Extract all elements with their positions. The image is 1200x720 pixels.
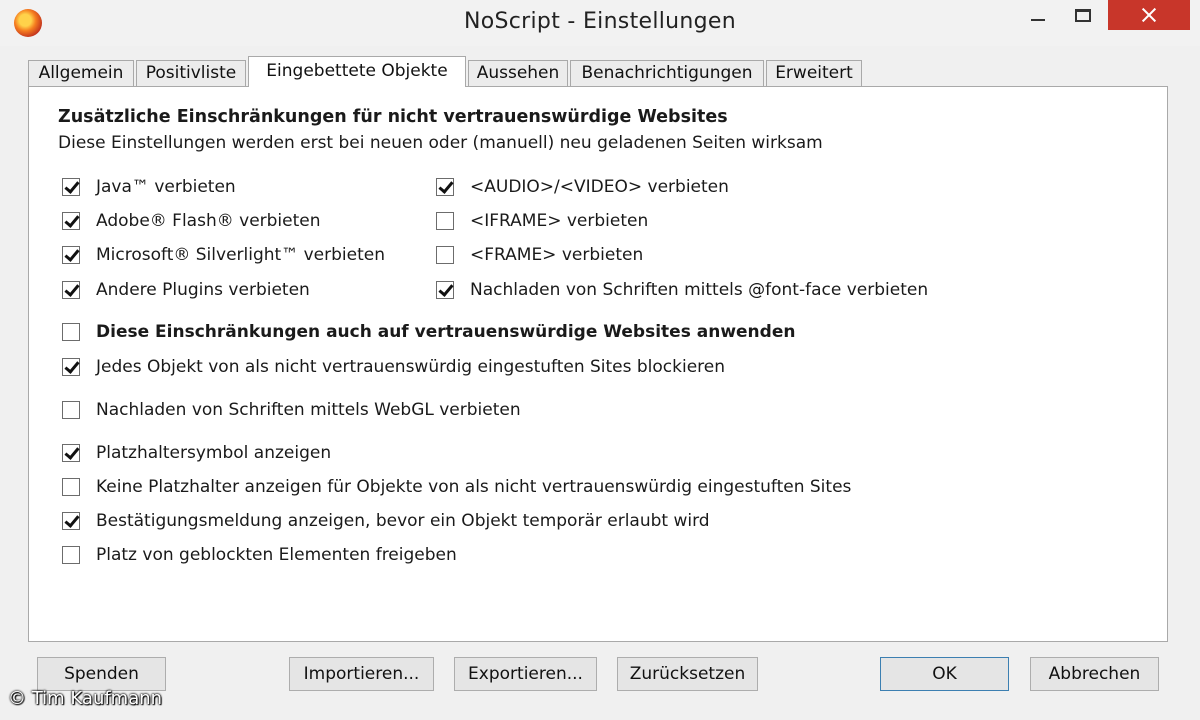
spenden-button[interactable]: Spenden bbox=[37, 657, 166, 691]
checkbox[interactable] bbox=[62, 512, 80, 530]
tab-benachrichtigungen[interactable]: Benachrichtigungen bbox=[570, 60, 764, 86]
checkbox[interactable] bbox=[62, 444, 80, 462]
option-label: Java™ verbieten bbox=[96, 177, 236, 197]
option-label: Microsoft® Silverlight™ verbieten bbox=[96, 245, 385, 265]
title-bar: NoScript - Einstellungen bbox=[0, 0, 1200, 46]
ok-button[interactable]: OK bbox=[880, 657, 1009, 691]
tab-erweitert[interactable]: Erweitert bbox=[766, 60, 862, 86]
option-label: Adobe® Flash® verbieten bbox=[96, 211, 321, 231]
option-label: <FRAME> verbieten bbox=[470, 245, 644, 265]
section-description: Diese Einstellungen werden erst bei neue… bbox=[58, 133, 823, 153]
checkbox[interactable] bbox=[62, 178, 80, 196]
option-label: Platz von geblockten Elementen freigeben bbox=[96, 545, 457, 565]
option-label: Bestätigungsmeldung anzeigen, bevor ein … bbox=[96, 511, 710, 531]
minimize-button[interactable] bbox=[1016, 0, 1060, 30]
credit-watermark: © Tim Kaufmann bbox=[8, 688, 163, 709]
close-button[interactable] bbox=[1108, 0, 1190, 30]
checkbox[interactable] bbox=[436, 281, 454, 299]
importieren-button[interactable]: Importieren... bbox=[289, 657, 434, 691]
checkbox[interactable] bbox=[62, 358, 80, 376]
checkbox[interactable] bbox=[62, 546, 80, 564]
abbrechen-button[interactable]: Abbrechen bbox=[1030, 657, 1159, 691]
option-label: <AUDIO>/<VIDEO> verbieten bbox=[470, 177, 729, 197]
tab-allgemein[interactable]: Allgemein bbox=[28, 60, 134, 86]
option-label: Andere Plugins verbieten bbox=[96, 280, 310, 300]
option-label: Nachladen von Schriften mittels @font-fa… bbox=[470, 280, 929, 300]
zuruecksetzen-button[interactable]: Zurücksetzen bbox=[617, 657, 758, 691]
option-label: Jedes Objekt von als nicht vertrauenswür… bbox=[96, 357, 726, 377]
checkbox[interactable] bbox=[62, 212, 80, 230]
tab-aussehen[interactable]: Aussehen bbox=[468, 60, 568, 86]
option-label: Nachladen von Schriften mittels WebGL ve… bbox=[96, 400, 521, 420]
option-label: Diese Einschränkungen auch auf vertrauen… bbox=[96, 322, 796, 342]
option-label: Platzhaltersymbol anzeigen bbox=[96, 443, 332, 463]
maximize-button[interactable] bbox=[1062, 0, 1106, 30]
checkbox[interactable] bbox=[62, 246, 80, 264]
option-label: <IFRAME> verbieten bbox=[470, 211, 649, 231]
checkbox[interactable] bbox=[62, 323, 80, 341]
checkbox[interactable] bbox=[436, 212, 454, 230]
checkbox[interactable] bbox=[62, 281, 80, 299]
section-heading: Zusätzliche Einschränkungen für nicht ve… bbox=[58, 107, 728, 127]
exportieren-button[interactable]: Exportieren... bbox=[454, 657, 597, 691]
checkbox[interactable] bbox=[436, 246, 454, 264]
checkbox[interactable] bbox=[62, 478, 80, 496]
checkbox[interactable] bbox=[62, 401, 80, 419]
option-label: Keine Platzhalter anzeigen für Objekte v… bbox=[96, 477, 852, 497]
checkbox[interactable] bbox=[436, 178, 454, 196]
tab-eingebettete-objekte[interactable]: Eingebettete Objekte bbox=[248, 56, 466, 87]
tab-positivliste[interactable]: Positivliste bbox=[136, 60, 246, 86]
